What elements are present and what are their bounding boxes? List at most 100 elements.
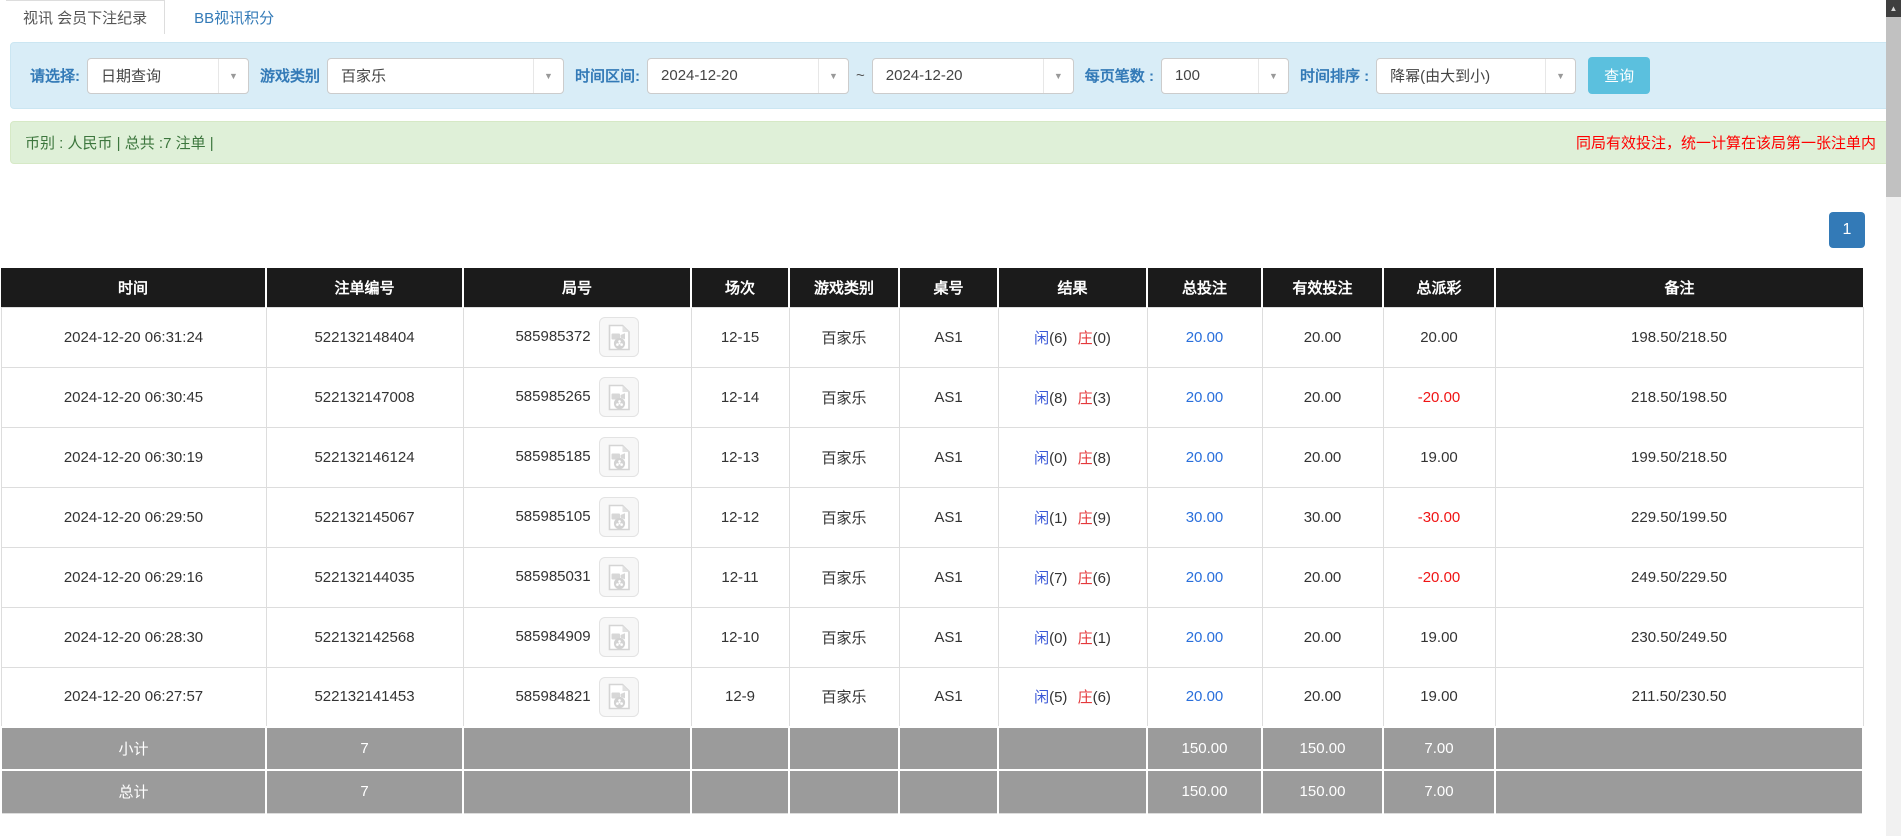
round-number: 585985105: [515, 508, 590, 525]
per-page-input[interactable]: 100: [1161, 58, 1289, 94]
banker-result-count: (0): [1093, 330, 1111, 347]
player-result-label: 闲: [1034, 689, 1049, 706]
total-bet-link[interactable]: 20.00: [1147, 607, 1262, 667]
empty-cell: [463, 727, 691, 770]
cell-game-type: 百家乐: [789, 487, 899, 547]
banker-result-count: (6): [1093, 689, 1111, 706]
cell-round-id: 585985031: [463, 547, 691, 607]
table-row: 2024-12-20 06:29:50 522132145067 5859851…: [1, 487, 1863, 547]
cell-bet-id: 522132145067: [266, 487, 463, 547]
cell-round-id: 585984909: [463, 607, 691, 667]
player-result-count: (5): [1049, 689, 1072, 706]
tab-video-bet-records[interactable]: 视讯 会员下注纪录: [6, 0, 165, 34]
video-record-button[interactable]: [599, 497, 639, 537]
banker-result-count: (6): [1093, 570, 1111, 587]
total-bet-link[interactable]: 20.00: [1147, 667, 1262, 727]
pagination: 1: [0, 212, 1865, 248]
cell-remark: 249.50/229.50: [1495, 547, 1863, 607]
video-record-button[interactable]: [599, 377, 639, 417]
chevron-down-icon: [1258, 59, 1288, 93]
banker-result-label: 庄: [1078, 450, 1093, 467]
col-round-id: 局号: [463, 268, 691, 307]
cell-time: 2024-12-20 06:30:45: [1, 367, 266, 427]
col-time: 时间: [1, 268, 266, 307]
banker-result-label: 庄: [1078, 510, 1093, 527]
cell-remark: 229.50/199.50: [1495, 487, 1863, 547]
video-record-button[interactable]: [599, 677, 639, 717]
cell-remark: 199.50/218.50: [1495, 427, 1863, 487]
film-document-icon: [607, 324, 631, 351]
col-valid-bet: 有效投注: [1262, 268, 1383, 307]
player-result-count: (8): [1049, 390, 1072, 407]
video-record-button[interactable]: [599, 557, 639, 597]
cell-time: 2024-12-20 06:29:16: [1, 547, 266, 607]
film-document-icon: [607, 444, 631, 471]
sort-order-select[interactable]: 降幂(由大到小): [1376, 58, 1576, 94]
cell-valid-bet: 20.00: [1262, 607, 1383, 667]
total-bet-link[interactable]: 20.00: [1147, 307, 1262, 367]
date-from-input[interactable]: 2024-12-20: [647, 58, 849, 94]
cell-round-id: 585985265: [463, 367, 691, 427]
empty-cell: [789, 727, 899, 770]
date-to-input[interactable]: 2024-12-20: [872, 58, 1074, 94]
cell-bet-id: 522132148404: [266, 307, 463, 367]
total-bet-link[interactable]: 30.00: [1147, 487, 1262, 547]
query-type-label: 请选择:: [30, 65, 80, 86]
player-result-count: (6): [1049, 330, 1072, 347]
page-1-button[interactable]: 1: [1829, 212, 1865, 248]
cell-result: 闲(1) 庄(9): [998, 487, 1147, 547]
total-bet-link[interactable]: 20.00: [1147, 547, 1262, 607]
film-document-icon: [607, 504, 631, 531]
empty-cell: [899, 727, 998, 770]
total-count: 7: [266, 770, 463, 813]
table-body: 2024-12-20 06:31:24 522132148404 5859853…: [1, 307, 1863, 727]
video-record-button[interactable]: [599, 437, 639, 477]
scrollbar-thumb[interactable]: [1886, 17, 1901, 197]
player-result-count: (1): [1049, 510, 1072, 527]
same-round-notice-text: 同局有效投注，统一计算在该局第一张注单内: [1576, 132, 1876, 153]
table-row: 2024-12-20 06:30:45 522132147008 5859852…: [1, 367, 1863, 427]
cell-valid-bet: 20.00: [1262, 667, 1383, 727]
total-bet-link[interactable]: 20.00: [1147, 367, 1262, 427]
round-number: 585984821: [515, 688, 590, 705]
cell-result: 闲(7) 庄(6): [998, 547, 1147, 607]
cell-remark: 211.50/230.50: [1495, 667, 1863, 727]
player-result-label: 闲: [1034, 330, 1049, 347]
cell-valid-bet: 20.00: [1262, 307, 1383, 367]
tab-bar: 视讯 会员下注纪录 BB视讯积分: [0, 0, 1901, 34]
subtotal-label: 小计: [1, 727, 266, 770]
cell-remark: 198.50/218.50: [1495, 307, 1863, 367]
col-session: 场次: [691, 268, 789, 307]
video-record-button[interactable]: [599, 617, 639, 657]
tab-bb-video-points[interactable]: BB视讯积分: [177, 0, 291, 34]
query-type-select[interactable]: 日期查询: [87, 58, 249, 94]
game-type-select[interactable]: 百家乐: [327, 58, 564, 94]
game-type-label: 游戏类别: [260, 65, 320, 86]
cell-session: 12-10: [691, 607, 789, 667]
summary-bar: 币别 : 人民币 | 总共 :7 注单 | 同局有效投注，统一计算在该局第一张注…: [10, 121, 1891, 164]
cell-time: 2024-12-20 06:28:30: [1, 607, 266, 667]
cell-bet-id: 522132141453: [266, 667, 463, 727]
table-row: 2024-12-20 06:31:24 522132148404 5859853…: [1, 307, 1863, 367]
total-bet-link[interactable]: 20.00: [1147, 427, 1262, 487]
player-result-label: 闲: [1034, 570, 1049, 587]
cell-session: 12-15: [691, 307, 789, 367]
banker-result-label: 庄: [1078, 630, 1093, 647]
banker-result-label: 庄: [1078, 689, 1093, 706]
cell-time: 2024-12-20 06:27:57: [1, 667, 266, 727]
cell-round-id: 585984821: [463, 667, 691, 727]
cell-time: 2024-12-20 06:30:19: [1, 427, 266, 487]
cell-game-type: 百家乐: [789, 427, 899, 487]
film-document-icon: [607, 624, 631, 651]
cell-table: AS1: [899, 427, 998, 487]
round-number: 585985185: [515, 448, 590, 465]
cell-table: AS1: [899, 607, 998, 667]
search-button[interactable]: 查询: [1588, 57, 1650, 94]
table-row: 2024-12-20 06:27:57 522132141453 5859848…: [1, 667, 1863, 727]
scroll-up-arrow-icon[interactable]: ▲: [1886, 0, 1901, 17]
cell-round-id: 585985185: [463, 427, 691, 487]
round-number: 585984909: [515, 628, 590, 645]
cell-session: 12-14: [691, 367, 789, 427]
video-record-button[interactable]: [599, 317, 639, 357]
empty-cell: [691, 770, 789, 813]
